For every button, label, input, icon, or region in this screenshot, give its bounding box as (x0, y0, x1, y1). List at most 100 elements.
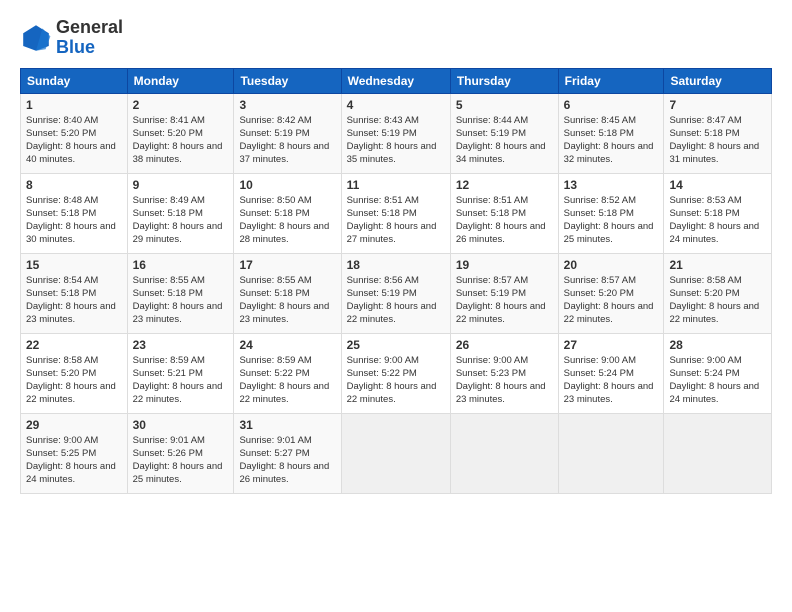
day-number: 31 (239, 418, 335, 432)
day-number: 3 (239, 98, 335, 112)
day-number: 30 (133, 418, 229, 432)
calendar-cell: 3 Sunrise: 8:42 AMSunset: 5:19 PMDayligh… (234, 93, 341, 173)
calendar-week-4: 22 Sunrise: 8:58 AMSunset: 5:20 PMDaylig… (21, 333, 772, 413)
weekday-header-friday: Friday (558, 68, 664, 93)
day-info: Sunrise: 8:58 AMSunset: 5:20 PMDaylight:… (669, 275, 759, 326)
day-number: 13 (564, 178, 659, 192)
day-number: 9 (133, 178, 229, 192)
calendar-cell (341, 413, 450, 493)
day-number: 10 (239, 178, 335, 192)
weekday-header-monday: Monday (127, 68, 234, 93)
calendar-cell (558, 413, 664, 493)
day-info: Sunrise: 9:00 AMSunset: 5:22 PMDaylight:… (347, 355, 437, 406)
calendar-cell: 19 Sunrise: 8:57 AMSunset: 5:19 PMDaylig… (450, 253, 558, 333)
calendar-cell: 11 Sunrise: 8:51 AMSunset: 5:18 PMDaylig… (341, 173, 450, 253)
day-number: 1 (26, 98, 122, 112)
weekday-header-saturday: Saturday (664, 68, 772, 93)
logo-text: General Blue (56, 18, 123, 58)
calendar-cell: 18 Sunrise: 8:56 AMSunset: 5:19 PMDaylig… (341, 253, 450, 333)
calendar-week-5: 29 Sunrise: 9:00 AMSunset: 5:25 PMDaylig… (21, 413, 772, 493)
logo-icon (20, 22, 52, 54)
day-number: 18 (347, 258, 445, 272)
day-info: Sunrise: 8:48 AMSunset: 5:18 PMDaylight:… (26, 195, 116, 246)
day-info: Sunrise: 8:57 AMSunset: 5:19 PMDaylight:… (456, 275, 546, 326)
calendar-cell (664, 413, 772, 493)
calendar-week-1: 1 Sunrise: 8:40 AMSunset: 5:20 PMDayligh… (21, 93, 772, 173)
day-info: Sunrise: 8:43 AMSunset: 5:19 PMDaylight:… (347, 115, 437, 166)
day-number: 12 (456, 178, 553, 192)
day-info: Sunrise: 8:56 AMSunset: 5:19 PMDaylight:… (347, 275, 437, 326)
day-info: Sunrise: 8:45 AMSunset: 5:18 PMDaylight:… (564, 115, 654, 166)
day-number: 15 (26, 258, 122, 272)
weekday-header-tuesday: Tuesday (234, 68, 341, 93)
day-info: Sunrise: 8:44 AMSunset: 5:19 PMDaylight:… (456, 115, 546, 166)
calendar-cell: 9 Sunrise: 8:49 AMSunset: 5:18 PMDayligh… (127, 173, 234, 253)
weekday-header-row: SundayMondayTuesdayWednesdayThursdayFrid… (21, 68, 772, 93)
day-info: Sunrise: 8:55 AMSunset: 5:18 PMDaylight:… (239, 275, 329, 326)
day-number: 6 (564, 98, 659, 112)
weekday-header-thursday: Thursday (450, 68, 558, 93)
day-number: 23 (133, 338, 229, 352)
weekday-header-sunday: Sunday (21, 68, 128, 93)
day-number: 26 (456, 338, 553, 352)
day-number: 2 (133, 98, 229, 112)
calendar-cell: 30 Sunrise: 9:01 AMSunset: 5:26 PMDaylig… (127, 413, 234, 493)
calendar-cell: 23 Sunrise: 8:59 AMSunset: 5:21 PMDaylig… (127, 333, 234, 413)
calendar-cell: 4 Sunrise: 8:43 AMSunset: 5:19 PMDayligh… (341, 93, 450, 173)
calendar-week-2: 8 Sunrise: 8:48 AMSunset: 5:18 PMDayligh… (21, 173, 772, 253)
calendar-cell: 29 Sunrise: 9:00 AMSunset: 5:25 PMDaylig… (21, 413, 128, 493)
calendar-cell: 27 Sunrise: 9:00 AMSunset: 5:24 PMDaylig… (558, 333, 664, 413)
calendar-cell: 8 Sunrise: 8:48 AMSunset: 5:18 PMDayligh… (21, 173, 128, 253)
day-info: Sunrise: 8:49 AMSunset: 5:18 PMDaylight:… (133, 195, 223, 246)
day-number: 11 (347, 178, 445, 192)
calendar-cell: 15 Sunrise: 8:54 AMSunset: 5:18 PMDaylig… (21, 253, 128, 333)
day-info: Sunrise: 9:00 AMSunset: 5:23 PMDaylight:… (456, 355, 546, 406)
day-number: 27 (564, 338, 659, 352)
calendar-cell: 12 Sunrise: 8:51 AMSunset: 5:18 PMDaylig… (450, 173, 558, 253)
day-number: 7 (669, 98, 766, 112)
calendar-cell: 28 Sunrise: 9:00 AMSunset: 5:24 PMDaylig… (664, 333, 772, 413)
day-info: Sunrise: 8:40 AMSunset: 5:20 PMDaylight:… (26, 115, 116, 166)
day-info: Sunrise: 9:01 AMSunset: 5:27 PMDaylight:… (239, 435, 329, 486)
page: General Blue SundayMondayTuesdayWednesda… (0, 0, 792, 612)
day-number: 24 (239, 338, 335, 352)
day-info: Sunrise: 9:00 AMSunset: 5:24 PMDaylight:… (669, 355, 759, 406)
day-info: Sunrise: 8:51 AMSunset: 5:18 PMDaylight:… (456, 195, 546, 246)
day-info: Sunrise: 8:53 AMSunset: 5:18 PMDaylight:… (669, 195, 759, 246)
calendar-cell: 1 Sunrise: 8:40 AMSunset: 5:20 PMDayligh… (21, 93, 128, 173)
calendar-cell: 16 Sunrise: 8:55 AMSunset: 5:18 PMDaylig… (127, 253, 234, 333)
calendar-cell: 14 Sunrise: 8:53 AMSunset: 5:18 PMDaylig… (664, 173, 772, 253)
day-number: 16 (133, 258, 229, 272)
day-number: 29 (26, 418, 122, 432)
day-number: 20 (564, 258, 659, 272)
calendar-cell: 13 Sunrise: 8:52 AMSunset: 5:18 PMDaylig… (558, 173, 664, 253)
calendar-cell: 26 Sunrise: 9:00 AMSunset: 5:23 PMDaylig… (450, 333, 558, 413)
logo: General Blue (20, 18, 123, 58)
calendar-cell: 31 Sunrise: 9:01 AMSunset: 5:27 PMDaylig… (234, 413, 341, 493)
day-number: 25 (347, 338, 445, 352)
day-info: Sunrise: 8:54 AMSunset: 5:18 PMDaylight:… (26, 275, 116, 326)
calendar-cell: 17 Sunrise: 8:55 AMSunset: 5:18 PMDaylig… (234, 253, 341, 333)
calendar-cell: 5 Sunrise: 8:44 AMSunset: 5:19 PMDayligh… (450, 93, 558, 173)
header: General Blue (20, 18, 772, 58)
day-number: 21 (669, 258, 766, 272)
day-number: 22 (26, 338, 122, 352)
day-info: Sunrise: 8:52 AMSunset: 5:18 PMDaylight:… (564, 195, 654, 246)
weekday-header-wednesday: Wednesday (341, 68, 450, 93)
day-number: 4 (347, 98, 445, 112)
calendar-cell: 10 Sunrise: 8:50 AMSunset: 5:18 PMDaylig… (234, 173, 341, 253)
day-number: 19 (456, 258, 553, 272)
day-info: Sunrise: 8:58 AMSunset: 5:20 PMDaylight:… (26, 355, 116, 406)
calendar-cell: 22 Sunrise: 8:58 AMSunset: 5:20 PMDaylig… (21, 333, 128, 413)
day-info: Sunrise: 8:41 AMSunset: 5:20 PMDaylight:… (133, 115, 223, 166)
day-info: Sunrise: 9:01 AMSunset: 5:26 PMDaylight:… (133, 435, 223, 486)
day-info: Sunrise: 8:50 AMSunset: 5:18 PMDaylight:… (239, 195, 329, 246)
calendar-cell: 24 Sunrise: 8:59 AMSunset: 5:22 PMDaylig… (234, 333, 341, 413)
day-info: Sunrise: 9:00 AMSunset: 5:24 PMDaylight:… (564, 355, 654, 406)
day-info: Sunrise: 8:42 AMSunset: 5:19 PMDaylight:… (239, 115, 329, 166)
day-number: 14 (669, 178, 766, 192)
day-info: Sunrise: 8:51 AMSunset: 5:18 PMDaylight:… (347, 195, 437, 246)
day-number: 8 (26, 178, 122, 192)
day-info: Sunrise: 9:00 AMSunset: 5:25 PMDaylight:… (26, 435, 116, 486)
day-number: 17 (239, 258, 335, 272)
